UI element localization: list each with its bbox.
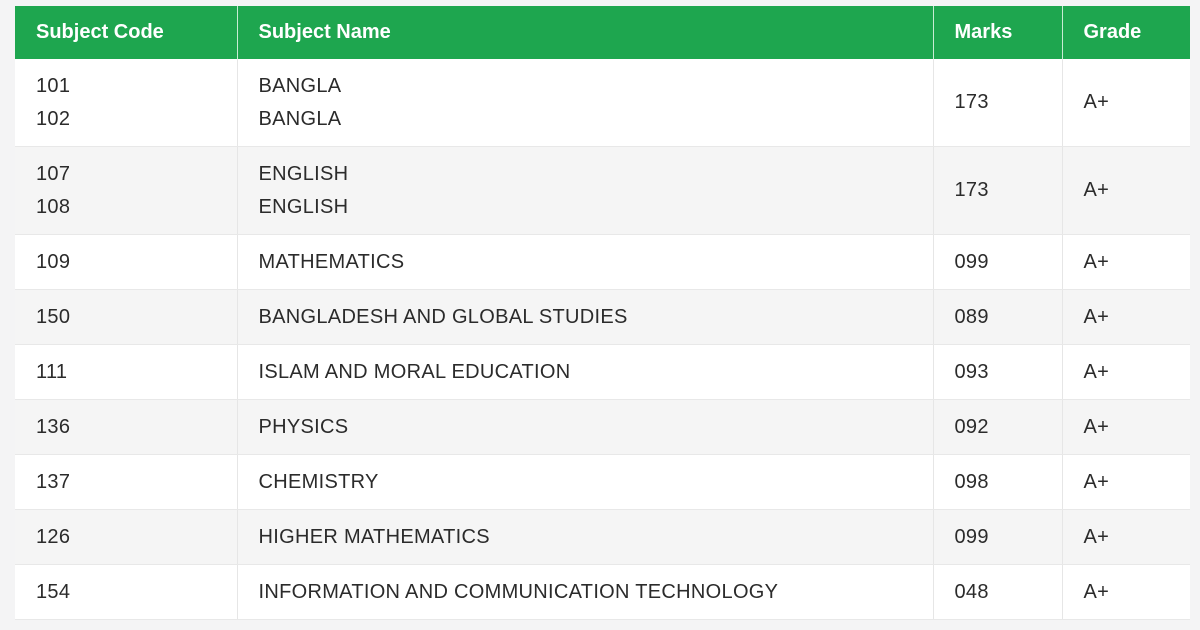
subject-code-cell-line: 150 [36, 305, 71, 328]
subject-name-cell-line: BANGLA [258, 74, 342, 97]
marks-cell: 099 [933, 234, 1063, 290]
marks-cell: 173 [933, 59, 1063, 147]
subject-name-cell-line: BANGLADESH AND GLOBAL STUDIES [258, 305, 628, 328]
subject-code-cell: 107 108 [15, 146, 238, 235]
subject-name-cell-line: PHYSICS [258, 415, 349, 438]
subject-name-cell-line: ENGLISH [258, 195, 349, 218]
table-row: 154 INFORMATION AND COMMUNICATION TECHNOL… [15, 564, 1190, 620]
grade-cell: A+ [1062, 59, 1190, 147]
subject-code-cell: 150 [15, 289, 238, 345]
table-header-row: Subject Code Subject Name Marks Grade [15, 6, 1190, 59]
subject-name-cell-line: INFORMATION AND COMMUNICATION TECHNOLOGY [258, 580, 779, 603]
subject-code-cell-line: 137 [36, 470, 71, 493]
table-row: 126 HIGHER MATHEMATICS 099 A+ [15, 509, 1190, 565]
subject-name-cell-line: HIGHER MATHEMATICS [258, 525, 490, 548]
subject-code-cell-line: 154 [36, 580, 71, 603]
marks-cell: 092 [933, 399, 1063, 455]
subject-name-cell: ISLAM AND MORAL EDUCATION [237, 344, 934, 400]
subject-code-cell: 109 [15, 234, 238, 290]
marks-cell: 173 [933, 146, 1063, 235]
table-row: 109 MATHEMATICS 099 A+ [15, 234, 1190, 290]
marks-cell: 048 [933, 564, 1063, 620]
subject-code-cell: 101 102 [15, 59, 238, 147]
subject-name-cell-line: BANGLA [258, 107, 342, 130]
grade-cell: A+ [1062, 289, 1190, 345]
subject-code-cell: 137 [15, 454, 238, 510]
subject-name-cell-line: ENGLISH [258, 162, 349, 185]
subject-code-cell-line: 108 [36, 195, 71, 218]
subject-code-cell-line: 102 [36, 107, 71, 130]
subject-code-cell: 111 [15, 344, 238, 400]
table-row: 137 CHEMISTRY 098 A+ [15, 454, 1190, 510]
grade-cell: A+ [1062, 344, 1190, 400]
subject-code-cell-line: 136 [36, 415, 71, 438]
subject-code-cell-line: 101 [36, 74, 71, 97]
header-subject-name: Subject Name [237, 6, 934, 59]
grade-cell: A+ [1062, 146, 1190, 235]
marks-cell: 098 [933, 454, 1063, 510]
subject-name-cell: BANGLADESH AND GLOBAL STUDIES [237, 289, 934, 345]
grade-cell: A+ [1062, 399, 1190, 455]
table-body: 101 102 BANGLA BANGLA 173 A+ 107 108 ENGLISH ENGL… [15, 59, 1190, 620]
marks-cell: 099 [933, 509, 1063, 565]
subject-name-cell: CHEMISTRY [237, 454, 934, 510]
subject-code-cell-line: 111 [36, 360, 68, 383]
header-marks: Marks [933, 6, 1063, 59]
subject-code-cell-line: 126 [36, 525, 71, 548]
grade-cell: A+ [1062, 564, 1190, 620]
table-row: 111 ISLAM AND MORAL EDUCATION 093 A+ [15, 344, 1190, 400]
subject-name-cell-line: ISLAM AND MORAL EDUCATION [258, 360, 571, 383]
subject-name-cell-line: MATHEMATICS [258, 250, 405, 273]
subject-name-cell: BANGLA BANGLA [237, 59, 934, 147]
marks-cell: 089 [933, 289, 1063, 345]
subject-name-cell: MATHEMATICS [237, 234, 934, 290]
subject-name-cell: INFORMATION AND COMMUNICATION TECHNOLOGY [237, 564, 934, 620]
subject-code-cell: 126 [15, 509, 238, 565]
grade-cell: A+ [1062, 454, 1190, 510]
subject-name-cell: HIGHER MATHEMATICS [237, 509, 934, 565]
header-subject-code: Subject Code [15, 6, 238, 59]
subject-name-cell-line: CHEMISTRY [258, 470, 379, 493]
results-table-container: Subject Code Subject Name Marks Grade 10… [15, 6, 1190, 620]
grade-cell: A+ [1062, 509, 1190, 565]
subject-code-cell: 136 [15, 399, 238, 455]
table-row: 150 BANGLADESH AND GLOBAL STUDIES 089 A+ [15, 289, 1190, 345]
subject-code-cell-line: 107 [36, 162, 71, 185]
grade-cell: A+ [1062, 234, 1190, 290]
subject-name-cell: ENGLISH ENGLISH [237, 146, 934, 235]
header-grade: Grade [1062, 6, 1190, 59]
table-row: 107 108 ENGLISH ENGLISH 173 A+ [15, 146, 1190, 235]
table-row: 101 102 BANGLA BANGLA 173 A+ [15, 59, 1190, 147]
results-table: Subject Code Subject Name Marks Grade 10… [15, 6, 1190, 620]
marks-cell: 093 [933, 344, 1063, 400]
subject-name-cell: PHYSICS [237, 399, 934, 455]
subject-code-cell: 154 [15, 564, 238, 620]
subject-code-cell-line: 109 [36, 250, 71, 273]
table-row: 136 PHYSICS 092 A+ [15, 399, 1190, 455]
